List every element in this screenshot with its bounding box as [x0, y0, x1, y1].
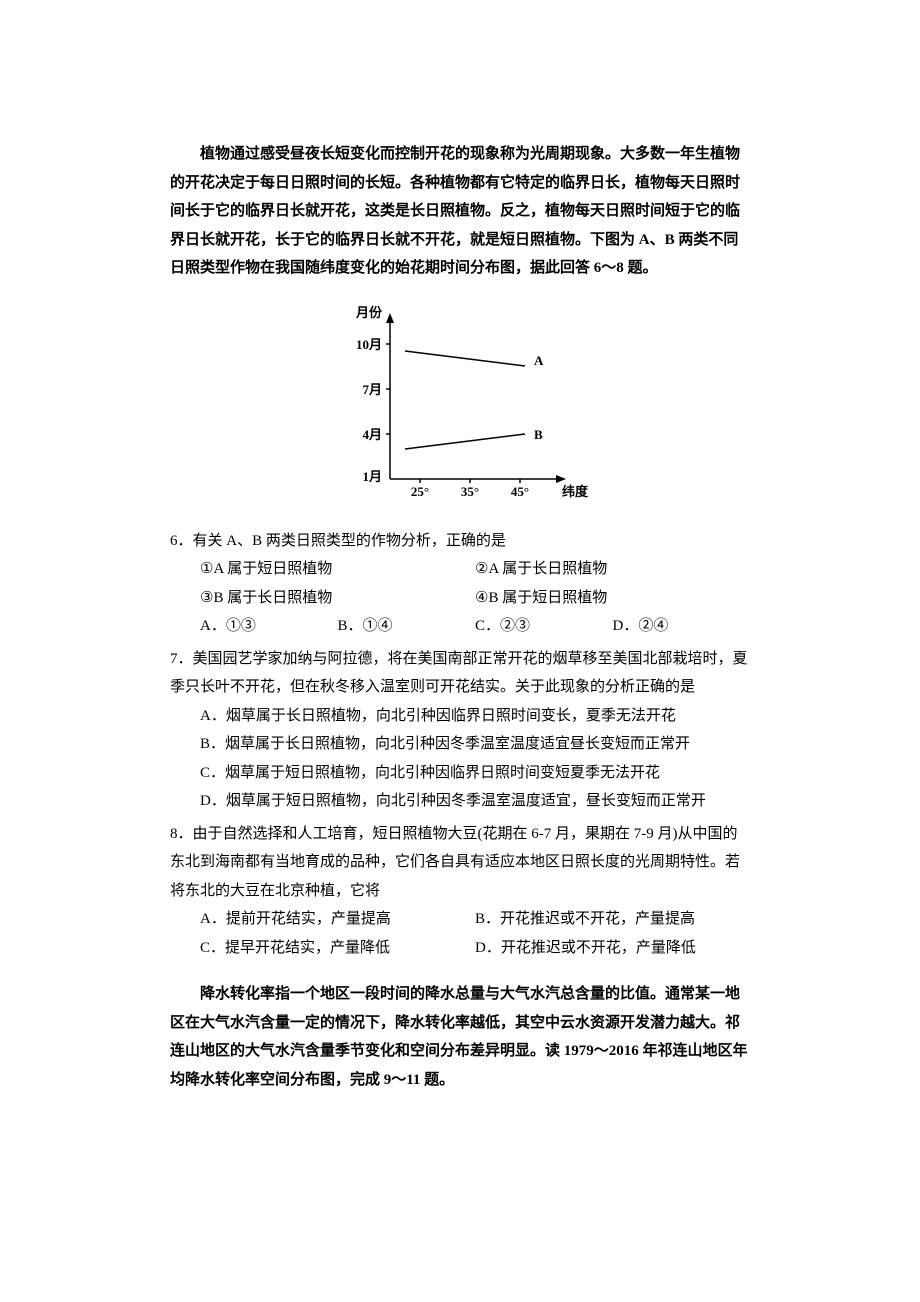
q6-stmt-2: ②A 属于长日照植物 [475, 555, 750, 584]
q7-option-d: D．烟草属于短日照植物，向北引种因冬季温室温度适宜，昼长变短而正常开 [170, 787, 750, 816]
q6-stem: 有关 A、B 两类日照类型的作物分析，正确的是 [193, 533, 506, 549]
question-8: 8．由于自然选择和人工培育，短日照植物大豆(花期在 6-7 月，果期在 7-9 … [170, 820, 750, 963]
intro-paragraph-1: 植物通过感受昼夜长短变化而控制开花的现象称为光周期现象。大多数一年生植物的开花决… [170, 140, 750, 283]
q6-option-a: A．①③ [200, 612, 338, 641]
question-6: 6．有关 A、B 两类日照类型的作物分析，正确的是 ①A 属于短日照植物 ②A … [170, 527, 750, 641]
q8-option-b: B．开花推迟或不开花，产量提高 [475, 905, 750, 934]
chart-series-b: B [534, 427, 543, 442]
question-7: 7．美国园艺学家加纳与阿拉德，将在美国南部正常开花的烟草移至美国北部栽培时，夏季… [170, 645, 750, 816]
chart-svg: 月份 10月 7月 4月 1月 25° 35° 45° 纬度 A B [330, 299, 590, 509]
q8-option-c: C．提早开花结实，产量降低 [200, 934, 475, 963]
q6-option-b: B．①④ [338, 612, 476, 641]
q7-number: 7． [170, 651, 193, 667]
chart-figure: 月份 10月 7月 4月 1月 25° 35° 45° 纬度 A B [170, 299, 750, 509]
q6-stmt-3: ③B 属于长日照植物 [200, 584, 475, 613]
chart-ytick-10: 10月 [356, 337, 382, 352]
q6-number: 6． [170, 533, 193, 549]
q6-option-d: D．②④ [613, 612, 751, 641]
chart-ylabel: 月份 [355, 305, 383, 320]
chart-xtick-25: 25° [411, 484, 429, 499]
q6-option-c: C．②③ [475, 612, 613, 641]
chart-ytick-4: 4月 [362, 427, 382, 442]
q8-number: 8． [170, 826, 193, 842]
q6-stmt-1: ①A 属于短日照植物 [200, 555, 475, 584]
q8-option-a: A．提前开花结实，产量提高 [200, 905, 475, 934]
intro-paragraph-2: 降水转化率指一个地区一段时间的降水总量与大气水汽总含量的比值。通常某一地区在大气… [170, 980, 750, 1094]
q8-stem: 由于自然选择和人工培育，短日照植物大豆(花期在 6-7 月，果期在 7-9 月)… [170, 826, 740, 899]
chart-xlabel: 纬度 [562, 484, 589, 499]
chart-ytick-1: 1月 [362, 469, 382, 484]
chart-xtick-45: 45° [511, 484, 529, 499]
q7-stem: 美国园艺学家加纳与阿拉德，将在美国南部正常开花的烟草移至美国北部栽培时，夏季只长… [170, 651, 748, 696]
chart-xtick-35: 35° [461, 484, 479, 499]
q8-option-d: D．开花推迟或不开花，产量降低 [475, 934, 750, 963]
q6-stmt-4: ④B 属于短日照植物 [475, 584, 750, 613]
chart-ytick-7: 7月 [362, 382, 382, 397]
chart-series-a: A [534, 353, 544, 368]
q7-option-c: C．烟草属于短日照植物，向北引种因临界日照时间变短夏季无法开花 [170, 759, 750, 788]
q7-option-a: A．烟草属于长日照植物，向北引种因临界日照时间变长，夏季无法开花 [170, 702, 750, 731]
q7-option-b: B．烟草属于长日照植物，向北引种因冬季温室温度适宜昼长变短而正常开 [170, 730, 750, 759]
